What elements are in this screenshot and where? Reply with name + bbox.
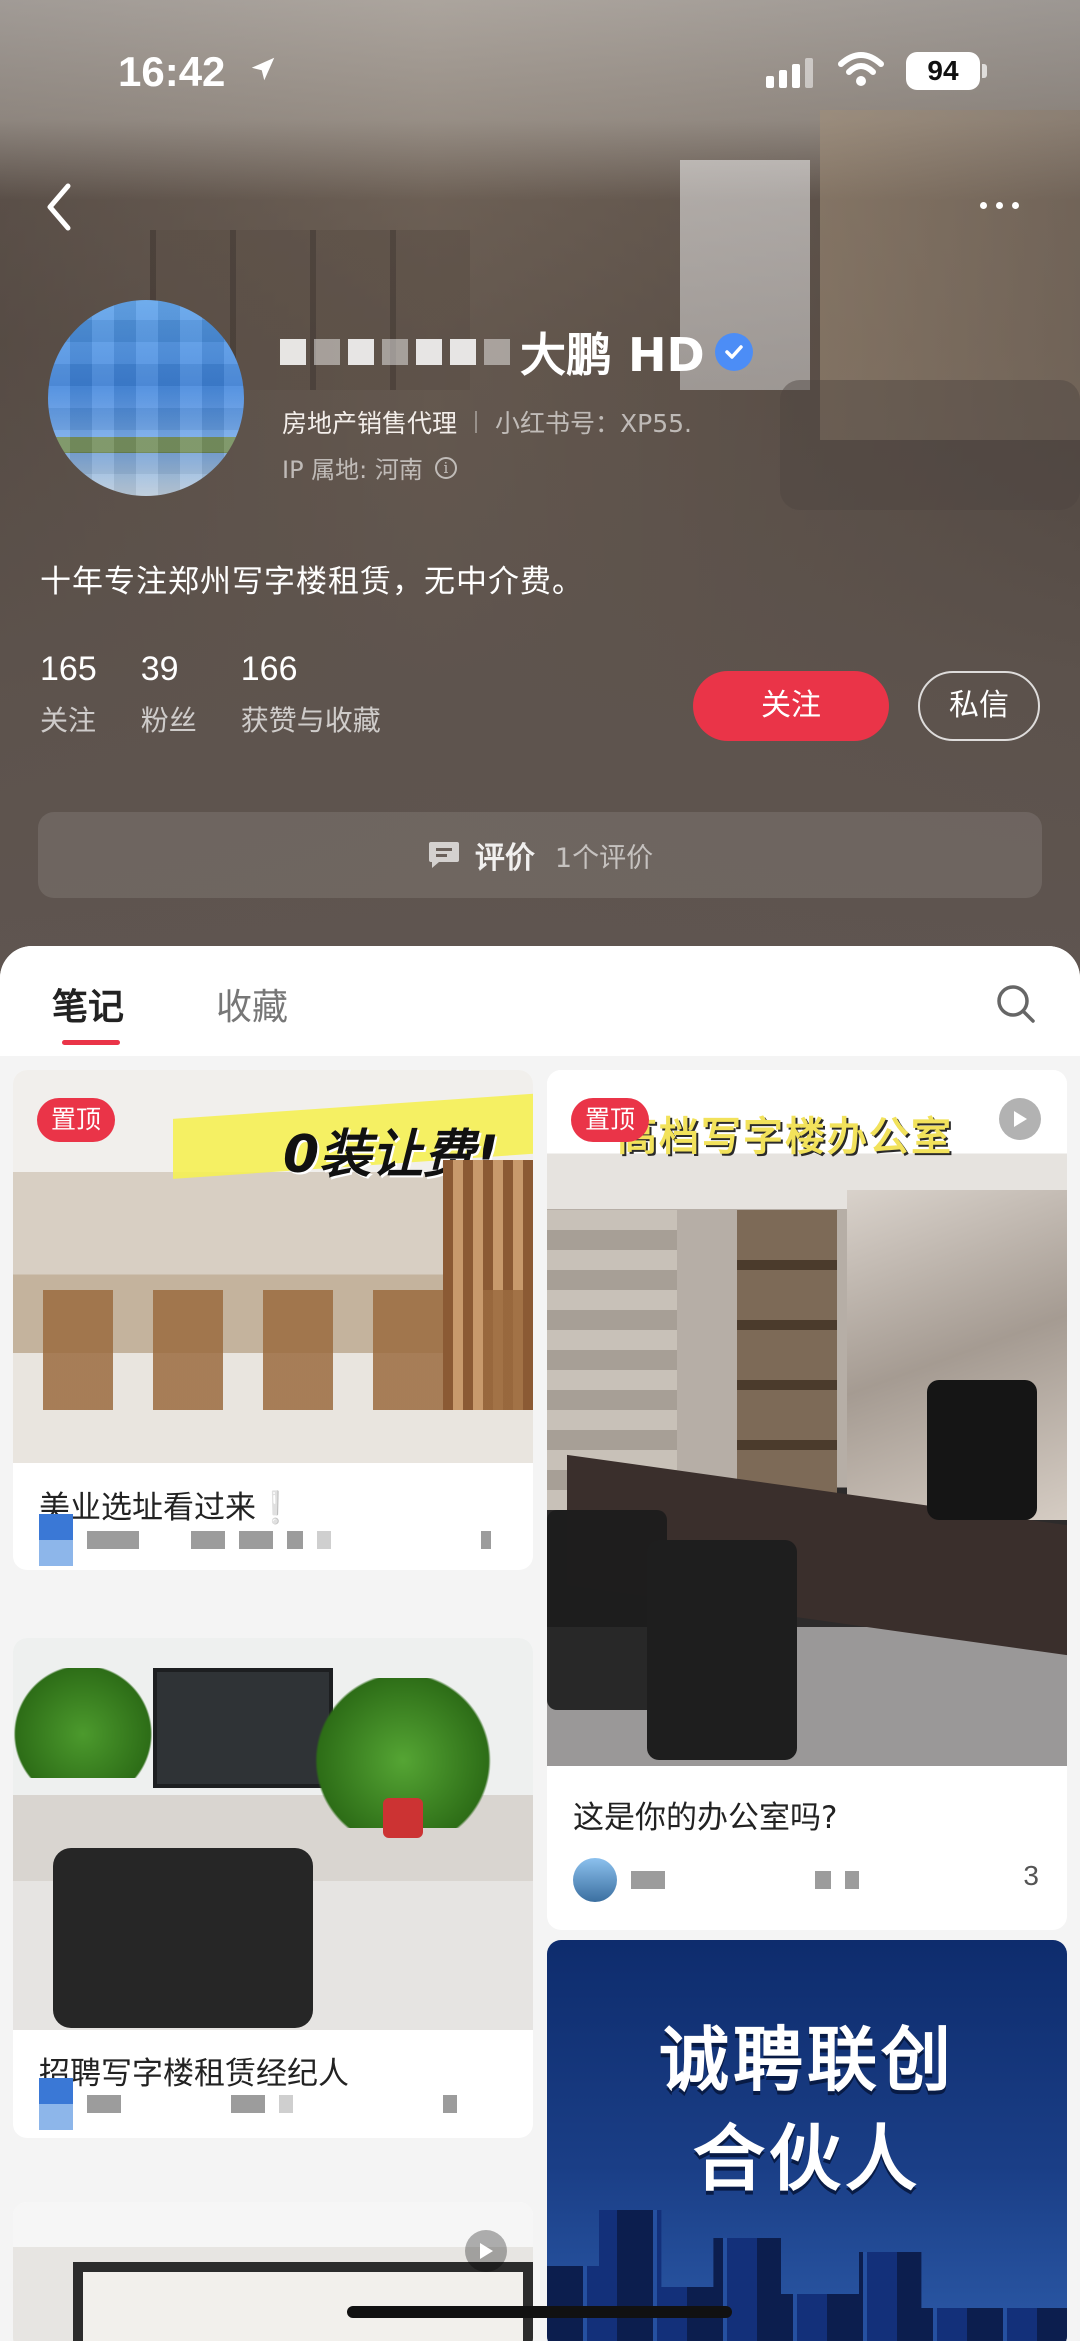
more-icon[interactable] (980, 195, 1040, 215)
message-button[interactable]: 私信 (918, 671, 1040, 741)
note-title: 这是你的办公室吗? (573, 1800, 838, 1836)
profile-meta: 房地产销售代理 小红书号：XP55. (282, 404, 692, 440)
wifi-icon (838, 52, 884, 86)
status-time: 16:42 (118, 48, 226, 95)
battery-indicator: 94 (906, 52, 980, 90)
divider (475, 411, 478, 433)
cover-text-line2: 合伙人 (692, 2117, 921, 2201)
play-icon (465, 2230, 507, 2272)
author-avatar (573, 1858, 617, 1902)
note-author[interactable] (39, 1514, 491, 1566)
note-card[interactable]: 0装让费! 置顶 美业选址看过来❕ (13, 1070, 533, 1570)
note-author[interactable] (39, 2078, 457, 2130)
ip-location: IP 属地: 河南 (282, 456, 423, 484)
comment-icon (428, 842, 459, 868)
stat-label: 获赞与收藏 (240, 704, 381, 737)
stat-likes-saves[interactable]: 166 获赞与收藏 (241, 650, 381, 739)
red-id[interactable]: 小红书号：XP55. (495, 404, 692, 440)
home-indicator[interactable] (347, 2306, 732, 2318)
stat-value: 39 (140, 650, 179, 688)
status-bar: 16:42 94 (0, 0, 1080, 140)
stat-label: 关注 (40, 704, 97, 737)
note-card[interactable]: 高档写字楼办公室 置顶 这是你的办公室吗? 3 (547, 1070, 1067, 1930)
author-avatar (39, 2078, 73, 2130)
content-panel: 笔记 收藏 0装让费! 置顶 美业选址看过来❕ 高档写字楼办公室 置顶 这是你的… (0, 946, 1080, 2341)
stat-followers[interactable]: 39 粉丝 (141, 650, 197, 739)
occupation: 房地产销售代理 (282, 409, 458, 438)
stat-following[interactable]: 165 关注 (40, 650, 97, 739)
verified-icon (714, 333, 753, 371)
back-icon[interactable] (40, 180, 80, 234)
stat-value: 166 (240, 650, 298, 688)
play-icon (999, 1098, 1041, 1140)
note-card[interactable]: 招聘写字楼租赁经纪人 (13, 1638, 533, 2138)
like-count: 3 (1023, 1860, 1039, 1891)
note-cover-image (13, 2202, 533, 2341)
profile-bio: 十年专注郑州写字楼租赁，无中介费。 (40, 564, 584, 600)
name-mosaic (280, 339, 510, 365)
profile-stats: 165 关注 39 粉丝 166 获赞与收藏 (40, 650, 425, 739)
profile-name: 大鹏 HD (280, 322, 753, 382)
avatar[interactable] (48, 300, 244, 496)
signal-icon (766, 58, 813, 88)
reviews-title: 评价 (474, 841, 535, 876)
location-arrow-icon (251, 57, 275, 81)
tab-notes[interactable]: 笔记 (52, 978, 124, 1030)
cover-banner-text: 高档写字楼办公室 (617, 1114, 953, 1160)
note-author[interactable] (573, 1858, 859, 1902)
tab-indicator (62, 1040, 120, 1045)
note-card[interactable] (13, 2202, 533, 2341)
tab-favorites[interactable]: 收藏 (216, 978, 288, 1030)
note-cover-image: 高档写字楼办公室 (547, 1070, 1067, 1766)
cover-text-line1: 诚聘联创 (659, 2019, 955, 2101)
search-icon[interactable] (994, 982, 1038, 1026)
stat-value: 165 (40, 650, 97, 688)
info-icon[interactable]: i (434, 456, 457, 479)
reviews-count: 1个评价 (554, 842, 654, 874)
ip-location-row: IP 属地: 河南 i (282, 450, 457, 485)
tab-bar: 笔记 收藏 (0, 946, 1080, 1056)
reviews-bar[interactable]: 评价 1个评价 (38, 812, 1042, 898)
pinned-badge: 置顶 (571, 1098, 650, 1142)
background-sofa (780, 380, 1080, 510)
profile-header: 16:42 94 大鹏 HD 房地产销售代理 小红书号：XP55. IP 属地:… (0, 0, 1080, 980)
note-card[interactable]: 诚聘联创 合伙人 (547, 1940, 1067, 2341)
pinned-badge: 置顶 (37, 1098, 116, 1142)
follow-button[interactable]: 关注 (693, 671, 889, 741)
note-cover-image: 诚聘联创 合伙人 (547, 1940, 1067, 2341)
battery-tip (982, 64, 987, 78)
profile-name-text: 大鹏 HD (520, 328, 705, 382)
author-avatar (39, 1514, 73, 1566)
note-cover-image (13, 1638, 533, 2030)
stat-label: 粉丝 (140, 704, 197, 737)
